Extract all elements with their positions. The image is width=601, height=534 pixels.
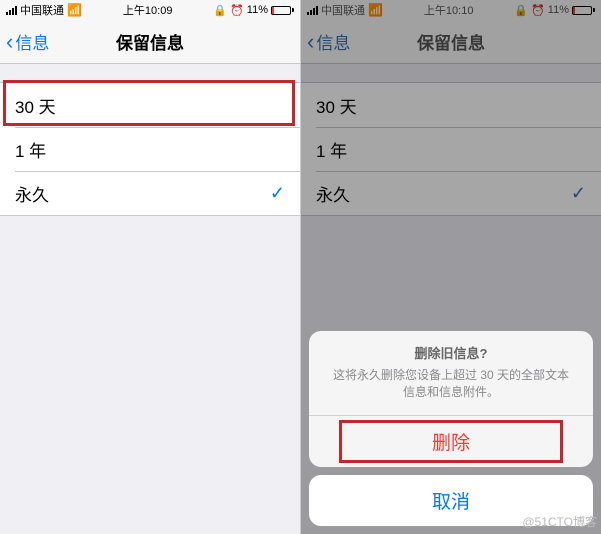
- cancel-label: 取消: [432, 492, 470, 513]
- battery-icon: [271, 6, 294, 15]
- sheet-title: 删除旧信息?: [327, 345, 575, 363]
- chevron-left-icon: ‹: [6, 31, 13, 53]
- alarm-icon: ⏰: [230, 4, 244, 17]
- sheet-message: 删除旧信息? 这将永久删除您设备上超过 30 天的全部文本信息和信息附件。: [309, 331, 593, 415]
- option-label: 1 年: [15, 137, 46, 162]
- status-bar: 中国联通 📶 上午10:09 🔒 ⏰ 11%: [0, 0, 300, 20]
- delete-label: 删除: [432, 433, 470, 454]
- nav-bar: ‹ 信息 保留信息: [0, 20, 300, 64]
- option-30-days[interactable]: 30 天: [0, 83, 300, 127]
- battery-pct: 11%: [247, 4, 268, 16]
- option-forever[interactable]: 永久 ✓: [0, 171, 300, 215]
- delete-button[interactable]: 删除: [309, 415, 593, 467]
- signal-icon: [6, 6, 17, 15]
- watermark: @51CTO博客: [522, 513, 597, 530]
- sheet-body: 这将永久删除您设备上超过 30 天的全部文本信息和信息附件。: [333, 368, 569, 399]
- carrier-label: 中国联通: [20, 2, 64, 18]
- back-button[interactable]: ‹ 信息: [0, 29, 49, 54]
- option-label: 30 天: [15, 93, 56, 118]
- option-1-year[interactable]: 1 年: [0, 127, 300, 171]
- action-sheet: 删除旧信息? 这将永久删除您设备上超过 30 天的全部文本信息和信息附件。 删除…: [309, 331, 593, 526]
- back-label: 信息: [15, 29, 49, 54]
- lock-icon: 🔒: [213, 4, 227, 17]
- screenshot-right: 中国联通 📶 上午10:10 🔒 ⏰ 11% ‹ 信息 保留信息 30 天: [300, 0, 601, 534]
- status-time: 上午10:09: [123, 2, 173, 18]
- checkmark-icon: ✓: [270, 183, 285, 204]
- option-label: 永久: [15, 181, 49, 206]
- wifi-icon: 📶: [67, 3, 82, 17]
- options-list: 30 天 1 年 永久 ✓: [0, 82, 300, 216]
- screenshot-left: 中国联通 📶 上午10:09 🔒 ⏰ 11% ‹ 信息 保留信息 30 天: [0, 0, 300, 534]
